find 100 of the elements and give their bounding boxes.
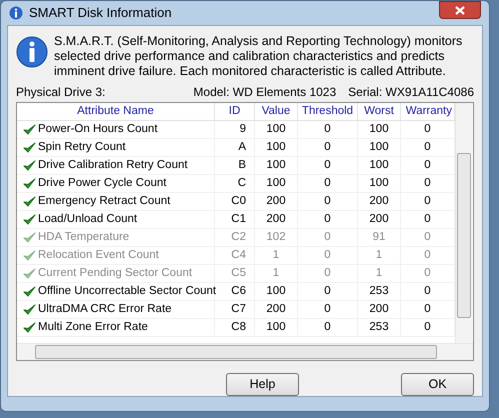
table-cell-text: C7 [231,302,246,317]
table-cell-text: A [238,140,246,155]
attribute-name: Drive Calibration Retry Count [38,158,188,173]
column-header[interactable]: Worst [358,103,401,120]
table-cell-text: 100 [369,158,389,173]
ok-button[interactable]: OK [401,373,474,396]
table-cell-text: 100 [266,320,286,335]
attribute-name: HDA Temperature [38,230,130,245]
checkmark-icon [23,160,36,171]
checkmark-icon [23,304,36,315]
checkmark-icon [23,250,36,261]
checkmark-icon [23,214,36,225]
checkmark-icon [23,232,36,243]
column-header[interactable]: Value [255,103,298,120]
table-cell-text: 9 [240,122,246,137]
checkmark-icon [23,286,36,297]
attribute-name: Current Pending Sector Count [38,266,192,281]
table-cell-text: 1 [272,248,280,263]
scrollbar-thumb[interactable] [35,345,437,359]
column-header[interactable]: Attribute Name [17,103,215,120]
column-header[interactable]: ID [215,103,255,120]
help-button[interactable]: Help [226,373,299,396]
table-cell-text: 0 [424,230,431,245]
column-header[interactable]: Threshold [298,103,358,120]
window-title: SMART Disk Information [29,4,172,22]
table-cell-text: C6 [231,284,246,299]
attribute-name: Emergency Retract Count [38,194,170,209]
checkmark-icon [23,322,36,333]
table-cell-text: 0 [424,248,431,263]
table-cell-text: C5 [231,266,246,281]
table-cell-text: C8 [231,320,246,335]
vertical-scrollbar[interactable] [455,103,472,343]
checkmark-icon [23,142,36,153]
table-cell-text: 1 [376,266,382,281]
horizontal-scrollbar[interactable] [17,343,473,360]
attribute-name: Multi Zone Error Rate [38,320,148,335]
table-cell-text: 0 [424,176,431,191]
attribute-name: Load/Unload Count [38,212,138,227]
table-cell-text: 200 [369,302,389,317]
table-cell-text: B [238,158,246,173]
scrollbar-thumb[interactable] [457,153,471,318]
table-cell-text: 0 [424,266,431,281]
table-cell-text: 0 [324,248,331,263]
checkmark-icon [23,124,36,135]
table-cell-text: C [238,176,246,191]
info-icon [16,36,48,68]
table-cell-text: 0 [324,194,331,209]
table-cell-text: 0 [424,194,431,209]
close-icon [455,6,465,14]
description-text: S.M.A.R.T. (Self-Monitoring, Analysis and Reporting Technology) monitors selected drive performance and calibration characteristics and predicts imminent drive failure. Each monitored characteristic is called Attribute. [54,34,464,79]
table-cell-text: 0 [424,122,431,137]
table-cell-text: 200 [369,194,389,209]
table-cell-text: 0 [324,158,331,173]
table-cell-text: 100 [266,158,286,173]
table-cell-text: 0 [324,302,331,317]
checkmark-icon [23,268,36,279]
table-cell-text: 0 [324,284,331,299]
serial-text: Serial: WX91A11C4086 [348,85,474,100]
table-cell-text: 200 [369,212,389,227]
table-cell-text: 0 [424,212,431,227]
table-cell-text: 100 [266,122,286,137]
table-cell-text: 102 [266,230,286,245]
table-cell-text: 0 [324,320,331,335]
attribute-name: Relocation Event Count [38,248,159,263]
table-cell-text: 100 [369,122,389,137]
table-cell-text: 0 [324,140,331,155]
table-cell-text: 1 [376,248,382,263]
checkmark-icon [23,196,36,207]
table-cell-text: 0 [324,230,331,245]
table-cell-text: 100 [266,140,286,155]
table-cell-text: 0 [424,158,431,173]
table-cell-text: 0 [424,140,431,155]
drive-label: Physical Drive 3: [16,85,106,100]
attribute-name: Offline Uncorrectable Sector Count [38,284,216,299]
attribute-name: UltraDMA CRC Error Rate [38,302,172,317]
table-cell-text: 0 [424,284,431,299]
table-cell-text: 1 [272,266,280,281]
table-cell-text: 253 [369,284,389,299]
model-text: Model: WD Elements 1023 [193,85,336,100]
table-cell-text: 0 [424,302,431,317]
table-cell-text: 0 [324,122,331,137]
table-cell-text: C2 [231,230,246,245]
attribute-name: Power-On Hours Count [38,122,158,137]
checkmark-icon [23,178,36,189]
table-cell-text: 200 [266,302,286,317]
table-cell-text: 100 [369,176,389,191]
table-cell-text: C0 [231,194,246,209]
table-cell-text: 0 [324,212,331,227]
table-cell-text: 0 [324,176,331,191]
info-icon [9,6,23,20]
attribute-name: Spin Retry Count [38,140,126,155]
table-cell-text: 200 [266,194,286,209]
attribute-name: Drive Power Cycle Count [38,176,166,191]
table-cell-text: 0 [424,320,431,335]
table-cell-text: 100 [369,140,389,155]
close-button[interactable] [439,1,481,19]
table-cell-text: 200 [266,212,286,227]
table-cell-text: 100 [266,284,286,299]
table-cell-text: 91 [372,230,386,245]
table-cell-text: 100 [266,176,286,191]
